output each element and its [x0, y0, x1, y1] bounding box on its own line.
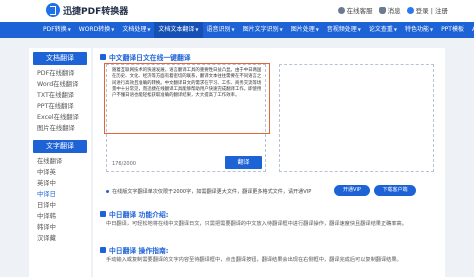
site-logo[interactable]: 迅捷PDF转换器 [46, 3, 128, 17]
top-header: 迅捷PDF转换器 在线客服 消息 登录 | 注册 [0, 0, 474, 22]
login-register-label: 登录 | 注册 [415, 7, 448, 15]
section-marker-icon [100, 211, 106, 217]
user-avatar-icon [406, 6, 414, 14]
char-count: 176/2000 [112, 161, 136, 167]
messages-label: 消息 [387, 7, 401, 15]
nav-item-label: 图片处理 [290, 26, 315, 33]
nav-item[interactable]: 文档文本翻译 ▼ [154, 22, 203, 38]
customer-service-link[interactable]: 在线客服 [337, 5, 373, 15]
nav-item[interactable]: 图片处理 ▼ [287, 22, 323, 38]
text-translation-list: 在线翻译 中译英 英译中 中译日 日译中 中译韩 韩译中 汉译藏 [29, 156, 91, 244]
chevron-down-icon: ▼ [231, 27, 235, 32]
download-client-button[interactable]: 下载客户端 [374, 185, 416, 196]
sidebar-item[interactable]: 图片在线翻译 [29, 123, 91, 134]
nav-item-label: 文档文本翻译 [158, 26, 195, 33]
sidebar-item[interactable]: Word在线翻译 [29, 79, 91, 90]
nav-item-label: PDF转换 [43, 26, 67, 33]
chevron-down-icon: ▼ [315, 27, 319, 32]
sidebar-item[interactable]: 在线翻译 [29, 156, 91, 167]
page-title-text: 中文翻译日文在线一键翻译 [109, 54, 191, 62]
sidebar-item[interactable]: TXT在线翻译 [29, 90, 91, 101]
translation-output-box[interactable] [279, 64, 434, 172]
sidebar-item[interactable]: 中译英 [29, 167, 91, 178]
chevron-down-icon: ▼ [111, 27, 115, 32]
nav-item-label: 音视频处理 [326, 26, 357, 33]
nav-item[interactable]: 文档处理 ▼ [118, 22, 154, 38]
nav-item-label: 特色功能 [404, 26, 429, 33]
sidebar-item[interactable]: 日译中 [29, 200, 91, 211]
usage-notice: 在线版文字翻译单次仅限于2000字，如需翻译更大文件，翻译更多格式文件，请开通V… [106, 185, 436, 197]
nav-item[interactable]: 音视频处理 ▼ [323, 22, 365, 38]
main-nav: PDF转换 ▼ WORD转换 ▼ 文档处理 ▼ 文档文本翻译 ▼ 语音识别 ▼ 图片文字识别 ▼ 图片处… [0, 22, 474, 38]
document-translation-list: PDF在线翻译 Word在线翻译 TXT在线翻译 PPT在线翻译 Excel在线翻译 图片… [29, 68, 91, 134]
open-vip-button[interactable]: 开通VIP [334, 185, 370, 196]
nav-item-label: 论文查重 [368, 26, 393, 33]
highlight-frame [104, 63, 270, 134]
nav-item-label: 文档处理 [122, 26, 147, 33]
intro-paragraph: 中日翻译，可轻松地将在线中文翻译日文，只需把需要翻译的中文放入待翻译框中进行翻译… [106, 221, 407, 227]
nav-item[interactable]: 图片文字识别 ▼ [239, 22, 287, 38]
nav-item-label: WORD转换 [78, 26, 111, 33]
sidebar-item[interactable]: PDF在线翻译 [29, 68, 91, 79]
intro-heading-text: 中日翻译 功能介绍: [109, 211, 169, 219]
headset-icon [337, 6, 345, 14]
sidebar-item[interactable]: 中译日 [29, 189, 91, 200]
logo-text: 迅捷PDF转换器 [63, 6, 129, 17]
nav-item[interactable]: 特色功能 ▼ [401, 22, 437, 38]
sidebar-item[interactable]: 中译韩 [29, 211, 91, 222]
sidebar-item[interactable]: 英译中 [29, 178, 91, 189]
sidebar-heading-text-translation[interactable]: 文字翻译 [33, 140, 87, 153]
notice-text: 在线版文字翻译单次仅限于2000字，如需翻译更大文件，翻译更多格式文件，请开通V… [112, 188, 312, 195]
main-content: 中文翻译日文在线一键翻译 随着互联网技术的快速发展，语言翻译工具的重要性日益凸显… [93, 48, 445, 277]
chevron-down-icon: ▼ [147, 27, 151, 32]
nav-item[interactable]: PPT模板 [437, 22, 468, 38]
sidebar-item[interactable]: 汉译藏 [29, 233, 91, 244]
sidebar-heading-document-translation[interactable]: 文档翻译 [33, 52, 87, 65]
chevron-down-icon: ▼ [429, 27, 434, 32]
howto-heading: 中日翻译 操作指南: [100, 245, 168, 255]
chevron-down-icon: ▼ [279, 27, 283, 32]
header-actions: 在线客服 消息 登录 | 注册 [337, 5, 448, 15]
nav-item[interactable]: WORD转换 ▼ [75, 22, 119, 38]
chevron-down-icon: ▼ [195, 27, 199, 32]
intro-heading: 中日翻译 功能介绍: [100, 209, 168, 219]
nav-item-label: PPT模板 [441, 26, 464, 33]
nav-items: PDF转换 ▼ WORD转换 ▼ 文档处理 ▼ 文档文本翻译 ▼ 语音识别 ▼ 图片文字识别 ▼ 图片处… [39, 22, 474, 38]
nav-item[interactable]: PDF转换 ▼ [39, 22, 75, 38]
bullet-icon [106, 189, 109, 193]
chevron-down-icon: ▼ [357, 27, 361, 32]
section-marker-icon [100, 247, 106, 253]
section-marker-icon [100, 54, 106, 60]
nav-item[interactable]: APP下载 [468, 22, 474, 38]
page-title: 中文翻译日文在线一键翻译 [100, 52, 191, 62]
sidebar: 文档翻译 PDF在线翻译 Word在线翻译 TXT在线翻译 PPT在线翻译 Excel在… [29, 48, 91, 277]
nav-item[interactable]: 论文查重 ▼ [365, 22, 401, 38]
sidebar-item[interactable]: PPT在线翻译 [29, 101, 91, 112]
nav-item-label: 图片文字识别 [242, 26, 279, 33]
messages-link[interactable]: 消息 [378, 5, 401, 15]
logo-mark-icon [46, 3, 60, 17]
customer-service-label: 在线客服 [346, 7, 373, 15]
sidebar-item[interactable]: Excel在线翻译 [29, 112, 91, 123]
login-register-link[interactable]: 登录 | 注册 [406, 5, 448, 15]
bell-icon [378, 6, 386, 14]
howto-paragraph: 手动输入或复制需要翻译的文字内容至待翻译框中，点击翻译按钮，翻译结果会出现在右侧… [106, 257, 402, 263]
translate-button[interactable]: 翻译 [225, 156, 262, 169]
nav-item-label: 语音识别 [206, 26, 231, 33]
chevron-down-icon: ▼ [67, 27, 71, 32]
nav-item[interactable]: 语音识别 ▼ [203, 22, 239, 38]
chevron-down-icon: ▼ [393, 27, 397, 32]
howto-heading-text: 中日翻译 操作指南: [109, 247, 169, 255]
sidebar-item[interactable]: 韩译中 [29, 222, 91, 233]
